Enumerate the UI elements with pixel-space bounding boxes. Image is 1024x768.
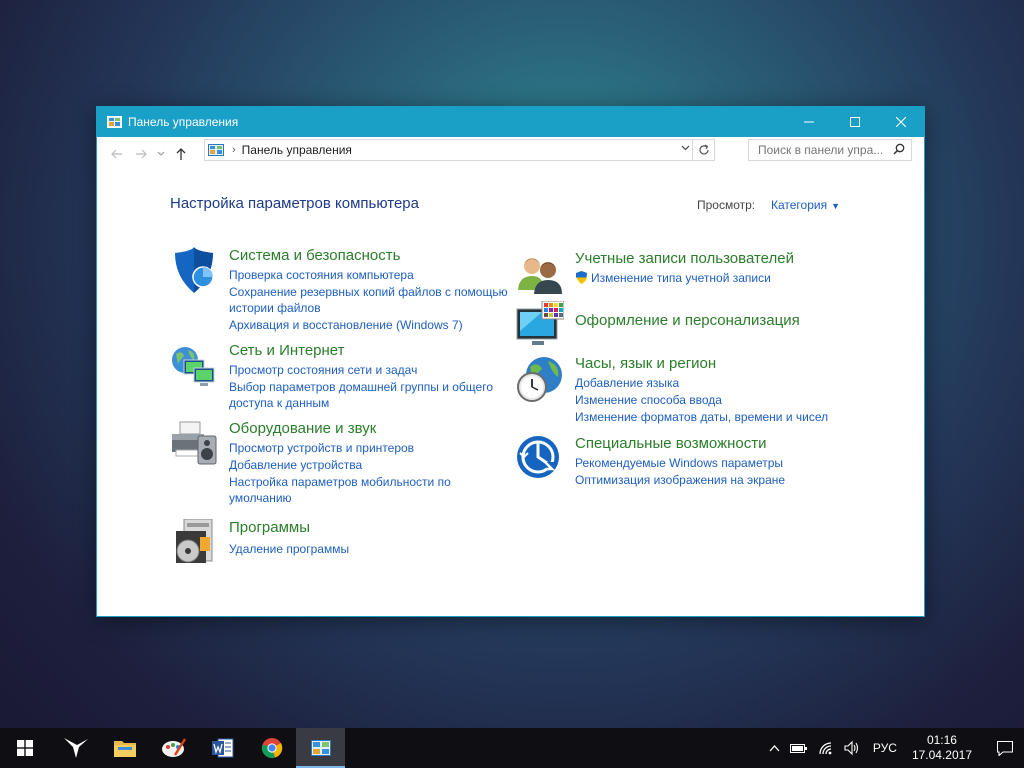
printer-speaker-icon[interactable]	[170, 420, 218, 468]
link-backup-restore[interactable]: Архивация и восстановление (Windows 7)	[229, 317, 519, 333]
link-homegroup[interactable]: Выбор параметров домашней группы и общег…	[229, 379, 509, 411]
taskbar-chrome[interactable]	[247, 728, 296, 768]
link-check-status[interactable]: Проверка состояния компьютера	[229, 267, 519, 283]
link-date-formats[interactable]: Изменение форматов даты, времени и чисел	[575, 409, 865, 425]
link-mobility[interactable]: Настройка параметров мобильности по умол…	[229, 474, 509, 506]
address-bar[interactable]: › Панель управления	[204, 139, 715, 161]
programs-disc-icon[interactable]	[170, 519, 218, 567]
chevron-down-icon	[157, 151, 165, 156]
control-panel-icon	[208, 144, 224, 156]
paint-icon	[161, 738, 186, 757]
volume-icon[interactable]	[844, 741, 860, 755]
page-title: Настройка параметров компьютера	[170, 195, 419, 212]
uac-shield-icon	[576, 271, 587, 284]
arrow-left-icon	[111, 149, 122, 159]
content-area: Настройка параметров компьютера Просмотр…	[97, 171, 924, 616]
link-network-status[interactable]: Просмотр состояния сети и задач	[229, 362, 519, 378]
link-input-method[interactable]: Изменение способа ввода	[575, 392, 865, 408]
battery-icon[interactable]	[789, 742, 808, 754]
start-icon	[16, 740, 33, 756]
notification-icon	[997, 740, 1013, 756]
network-globe-icon[interactable]	[170, 342, 218, 390]
ease-of-access-icon[interactable]	[516, 435, 564, 483]
users-icon[interactable]	[516, 250, 564, 298]
category-title[interactable]: Программы	[229, 519, 310, 536]
app-bird-icon	[63, 738, 88, 758]
back-button[interactable]	[105, 142, 129, 166]
category-title[interactable]: Оформление и персонализация	[575, 312, 800, 329]
address-row: › Панель управления	[97, 137, 924, 171]
breadcrumb-chevron-icon: ›	[232, 144, 236, 156]
link-optimize-display[interactable]: Оптимизация изображения на экране	[575, 472, 865, 488]
wifi-icon[interactable]	[818, 741, 834, 755]
tray-overflow-chevron-icon[interactable]	[769, 744, 780, 752]
file-explorer-icon	[113, 741, 136, 757]
view-by-value: Категория	[771, 198, 828, 212]
language-indicator[interactable]: РУС	[873, 741, 897, 755]
word-icon	[211, 738, 233, 758]
link-recommended-settings[interactable]: Рекомендуемые Windows параметры	[575, 455, 865, 471]
link-add-language[interactable]: Добавление языка	[575, 375, 865, 391]
clock-globe-icon[interactable]	[516, 355, 564, 403]
close-button[interactable]	[878, 107, 924, 137]
category-title[interactable]: Учетные записи пользователей	[575, 250, 794, 267]
category-title[interactable]: Сеть и Интернет	[229, 342, 345, 359]
minimize-button[interactable]	[786, 107, 832, 137]
maximize-button[interactable]	[832, 107, 878, 137]
up-button[interactable]	[169, 142, 193, 166]
link-change-account-type[interactable]: Изменение типа учетной записи	[575, 270, 865, 286]
category-title[interactable]: Оборудование и звук	[229, 420, 376, 437]
chevron-down-icon	[681, 145, 690, 151]
caret-down-icon: ▼	[831, 201, 841, 211]
control-panel-icon	[107, 116, 122, 128]
taskbar-control-panel[interactable]	[296, 728, 345, 768]
arrow-up-icon	[176, 147, 186, 160]
taskbar: РУС 01:16 17.04.2017	[0, 728, 1024, 768]
title-bar[interactable]: Панель управления	[97, 107, 924, 137]
taskbar-file-explorer[interactable]	[100, 728, 149, 768]
view-by-dropdown[interactable]: Категория ▼	[771, 198, 840, 212]
category-title[interactable]: Часы, язык и регион	[575, 355, 716, 372]
recent-locations-button[interactable]	[153, 142, 169, 166]
refresh-button[interactable]	[692, 140, 714, 160]
monitor-palette-icon[interactable]	[516, 301, 564, 349]
link-text: Изменение типа учетной записи	[591, 271, 771, 285]
search-icon[interactable]	[893, 143, 905, 158]
refresh-icon	[698, 144, 709, 155]
shield-icon[interactable]	[170, 247, 218, 295]
link-add-device[interactable]: Добавление устройства	[229, 457, 519, 473]
breadcrumb-item[interactable]: Панель управления	[242, 143, 352, 157]
taskbar-app-bird[interactable]	[51, 728, 100, 768]
search-input[interactable]	[758, 143, 888, 157]
system-tray: РУС 01:16 17.04.2017	[764, 728, 1024, 768]
category-title[interactable]: Система и безопасность	[229, 247, 400, 264]
window-title: Панель управления	[128, 115, 239, 129]
arrow-right-icon	[136, 149, 147, 159]
taskbar-paint[interactable]	[149, 728, 198, 768]
link-uninstall[interactable]: Удаление программы	[229, 541, 519, 557]
chrome-icon	[261, 738, 282, 759]
link-file-history[interactable]: Сохранение резервных копий файлов с помо…	[229, 284, 509, 316]
forward-button[interactable]	[129, 142, 153, 166]
search-box[interactable]	[748, 139, 912, 161]
view-by-label: Просмотр:	[697, 198, 756, 212]
clock[interactable]: 01:16 17.04.2017	[912, 733, 972, 763]
clock-time: 01:16	[926, 733, 957, 747]
control-panel-icon	[310, 740, 331, 756]
control-panel-window: Панель управления › Панель управления По…	[96, 106, 925, 617]
action-center-button[interactable]	[986, 728, 1024, 768]
address-dropdown-button[interactable]	[681, 143, 690, 154]
taskbar-word[interactable]	[198, 728, 247, 768]
category-title[interactable]: Специальные возможности	[575, 435, 767, 452]
start-button[interactable]	[0, 728, 49, 768]
link-devices-printers[interactable]: Просмотр устройств и принтеров	[229, 440, 519, 456]
clock-date: 17.04.2017	[911, 748, 972, 762]
